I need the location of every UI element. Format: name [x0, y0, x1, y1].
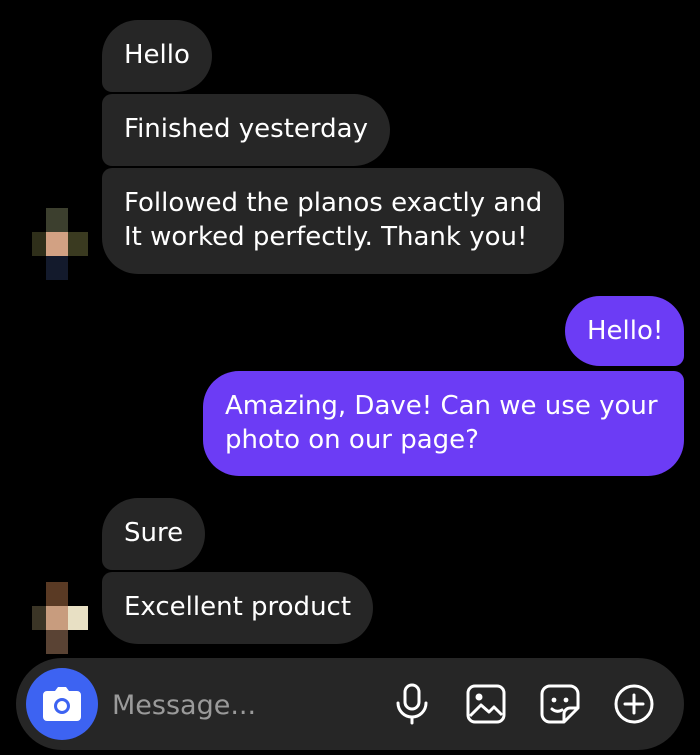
- contact-avatar[interactable]: [32, 208, 88, 280]
- message-text: Finished yesterday: [124, 114, 368, 144]
- microphone-icon[interactable]: [390, 682, 434, 726]
- outgoing-message[interactable]: Hello!: [565, 296, 684, 366]
- incoming-message[interactable]: Sure: [102, 498, 206, 570]
- image-icon[interactable]: [464, 682, 508, 726]
- message-text: Hello: [124, 40, 190, 70]
- add-icon[interactable]: [612, 682, 656, 726]
- contact-avatar[interactable]: [32, 582, 88, 654]
- incoming-message[interactable]: Excellent product: [102, 572, 374, 644]
- outgoing-message[interactable]: Amazing, Dave! Can we use your photo on …: [203, 371, 684, 476]
- sticker-icon[interactable]: [538, 682, 582, 726]
- message-text: Excellent product: [124, 592, 352, 622]
- camera-button[interactable]: [26, 668, 98, 740]
- incoming-message[interactable]: Followed the planos exactly and It worke…: [102, 168, 565, 274]
- incoming-message[interactable]: Finished yesterday: [102, 94, 390, 166]
- message-text: Sure: [124, 518, 184, 548]
- message-composer: [16, 658, 684, 752]
- message-text: Hello!: [587, 316, 664, 346]
- message-line: Followed the planos exactly and: [124, 188, 543, 218]
- message-input[interactable]: [110, 658, 384, 752]
- message-line: Amazing, Dave! Can we use your: [225, 391, 658, 421]
- message-line: photo on our page?: [225, 425, 479, 455]
- camera-icon: [43, 687, 81, 721]
- message-line: It worked perfectly. Thank you!: [124, 222, 528, 252]
- incoming-message[interactable]: Hello: [102, 20, 212, 92]
